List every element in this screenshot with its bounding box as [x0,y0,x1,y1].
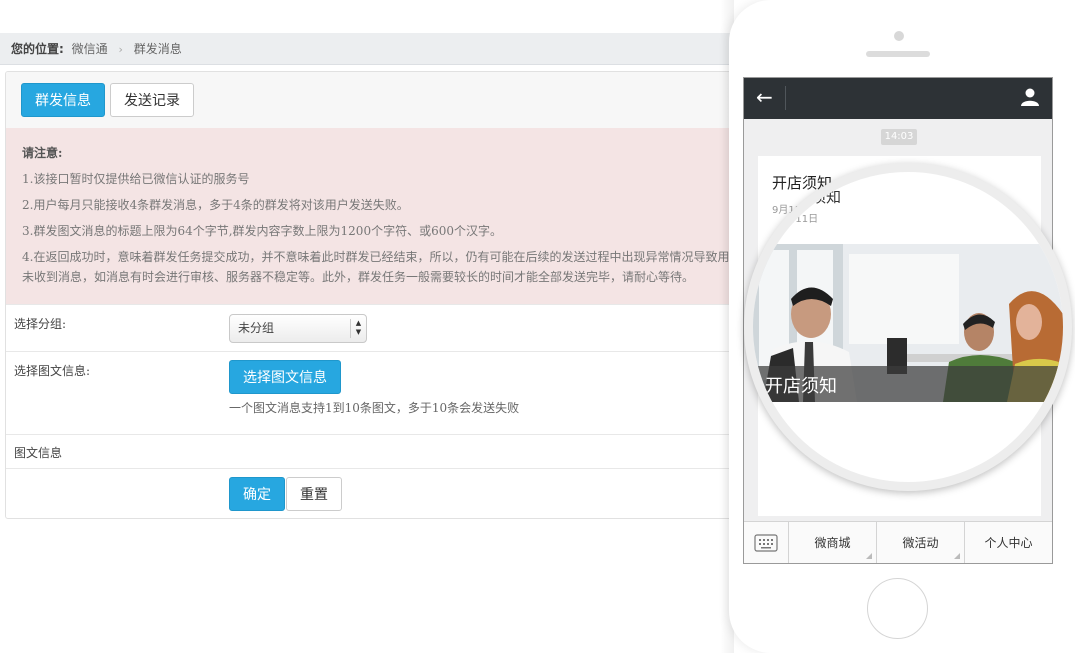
submenu-corner-icon [866,553,872,559]
menu-item-shop-label: 微商城 [814,536,851,550]
magnifier-lens: 开店须知 9月11日 开店须知 、 [744,163,1072,491]
notice-line-4: 4.在返回成功时，意味着群发任务提交成功，并不意味着此时群发已经结束，所以，仍有… [22,250,742,284]
group-select-value: 未分组 [238,321,275,335]
magnified-title-ghost: 开店须知 [781,188,842,206]
arrow-left-icon[interactable]: ← [756,86,773,108]
phone-camera [894,31,904,41]
group-select[interactable]: 未分组 ▲ ▼ [229,314,367,343]
select-arrows-icon: ▲ ▼ [350,319,366,338]
magnified-date-ghost: 9月11日 [779,214,819,225]
notice-box: 请注意: 1.该接口暂时仅提供给已微信认证的服务号 2.用户每月只能接收4条群发… [6,128,764,304]
reset-button[interactable]: 重置 [286,477,342,511]
group-row: 选择分组: 未分组 ▲ ▼ [6,304,764,351]
menu-item-activity-label: 微活动 [902,536,939,550]
chevron-right-icon: › [118,43,123,56]
keyboard-icon[interactable] [744,522,789,563]
tab-send-record[interactable]: 发送记录 [110,83,194,117]
notice-line-1: 1.该接口暂时仅提供给已微信认证的服务号 [22,172,250,186]
user-icon[interactable] [1020,87,1040,107]
actions-row: 确定 重置 [6,468,764,518]
phone-home-button [867,578,928,639]
submenu-corner-icon [954,553,960,559]
mass-send-panel: 群发信息 发送记录 请注意: 1.该接口暂时仅提供给已微信认证的服务号 2.用户… [5,71,765,519]
magnified-mark: 、 [813,452,823,463]
message-time: 14:03 [881,129,917,145]
breadcrumb: 您的位置: 微信通 › 群发消息 [0,33,760,65]
notice-line-2: 2.用户每月只能接收4条群发消息，多于4条的群发将对该用户发送失败。 [22,198,409,212]
phone-speaker [866,51,930,57]
select-media-button[interactable]: 选择图文信息 [229,360,341,394]
preview-row: 图文信息 [6,434,764,468]
phone-topbar: ← [744,78,1052,119]
notice-line-3: 3.群发图文消息的标题上限为64个字节,群发内容字数上限为1200个字符、或60… [22,224,502,238]
preview-label: 图文信息 [14,446,63,460]
tab-bar: 群发信息 发送记录 [6,72,764,128]
breadcrumb-lead: 您的位置: [11,42,64,56]
photo-caption: 开店须知 [765,376,837,397]
group-label: 选择分组: [14,317,67,331]
media-row: 选择图文信息: 选择图文信息 一个图文消息支持1到10条图文，多于10条会发送失… [6,351,764,434]
breadcrumb-item-weixintong[interactable]: 微信通 [72,42,108,56]
breadcrumb-item-mass-message: 群发消息 [133,42,182,56]
menu-item-shop[interactable]: 微商城 [789,522,877,563]
phone-menu-bar: 微商城 微活动 个人中心 [744,521,1052,563]
menu-item-activity[interactable]: 微活动 [877,522,965,563]
notice-title: 请注意: [22,146,63,160]
menu-item-profile-label: 个人中心 [984,536,1033,550]
topbar-divider [785,86,786,110]
menu-item-profile[interactable]: 个人中心 [965,522,1052,563]
tab-mass-send[interactable]: 群发信息 [21,83,105,117]
confirm-button[interactable]: 确定 [229,477,285,511]
media-label: 选择图文信息: [14,364,91,378]
media-hint: 一个图文消息支持1到10条图文，多于10条会发送失败 [229,401,520,415]
